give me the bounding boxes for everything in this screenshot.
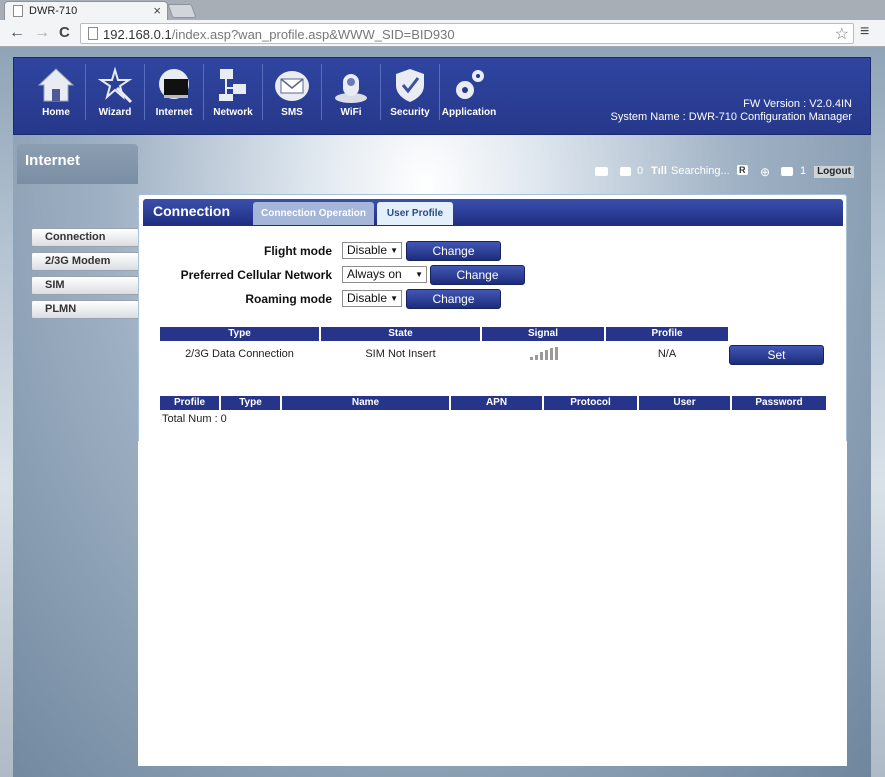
browser-tab-strip: DWR-710 × [0,0,885,20]
wifi-router-icon [335,74,367,103]
roaming-mode-select[interactable]: Disable ▼ [342,290,402,307]
dropdown-arrow-icon: ▼ [415,270,423,279]
profile-col-name: Name [282,396,449,410]
network-computers-icon [219,69,246,101]
tab-close-icon[interactable]: × [153,3,161,18]
globe-icon: ⊕ [760,165,771,179]
reload-icon[interactable]: C [59,24,70,41]
status-col-state: State [321,327,480,341]
forward-icon[interactable]: → [34,24,50,42]
profile-col-password: Password [732,396,826,410]
wizard-wand-icon [97,66,133,104]
profile-col-apn: APN [451,396,542,410]
system-name: System Name : DWR-710 Configuration Mana… [610,111,852,123]
profile-col-profile: Profile [160,396,219,410]
flight-mode-select[interactable]: Disable ▼ [342,242,402,259]
sim-icon [595,165,608,177]
set-button[interactable]: Set [729,345,824,365]
nav-application[interactable]: Application [437,64,501,124]
network-status-text: Searching... [671,165,730,177]
back-icon[interactable]: ← [9,24,25,42]
address-bar[interactable]: 192.168.0.1/index.asp?wan_profile.asp&WW… [80,23,854,44]
profile-col-protocol: Protocol [544,396,637,410]
connection-type: 2/3G Data Connection [185,348,294,360]
nav-security[interactable]: Security [381,64,439,124]
sms-status-icon [620,165,631,177]
page-icon [88,27,98,40]
firmware-info: FW Version : V2.0.4IN System Name : DWR-… [611,98,852,124]
preferred-network-select[interactable]: Always on ▼ [342,266,427,283]
sidebar-item-connection[interactable]: Connection [31,228,144,247]
top-navigation-bar: Home Wizard Internet Network SMS WiFi Se… [13,57,871,135]
preferred-network-label: Preferred Cellular Network [180,268,332,282]
browser-menu-icon[interactable]: ≡ [860,23,869,41]
nav-network[interactable]: Network [204,64,262,124]
nav-wizard[interactable]: Wizard [86,64,144,124]
preferred-network-change-button[interactable]: Change [430,265,525,285]
url-text[interactable]: 192.168.0.1/index.asp?wan_profile.asp&WW… [103,27,455,42]
profile-col-type: Type [221,396,280,410]
signal-strength-icon: Tıll [651,165,667,177]
connection-profile: N/A [657,348,677,360]
nav-sms[interactable]: SMS [263,64,321,124]
tab-connection-operation[interactable]: Connection Operation [253,202,374,225]
logout-button[interactable]: Logout [814,166,854,178]
connection-header-bar [143,199,843,226]
new-tab-button[interactable] [167,4,197,18]
nav-wifi[interactable]: WiFi [322,64,380,124]
flight-mode-change-button[interactable]: Change [406,241,501,261]
profile-col-user: User [639,396,730,410]
section-title: Internet [25,152,81,169]
tab-title: DWR-710 [29,5,78,17]
nav-home[interactable]: Home [27,64,85,124]
browser-toolbar: ← → C 192.168.0.1/index.asp?wan_profile.… [0,20,885,47]
tab-user-profile[interactable]: User Profile [377,202,453,225]
sidebar-item-modem[interactable]: 2/3G Modem [31,252,144,271]
connection-state: SIM Not Insert [365,348,436,360]
section-tab: Internet [17,144,138,184]
flight-mode-label: Flight mode [264,244,332,258]
sidebar-item-plmn[interactable]: PLMN [31,300,144,319]
page-title: Connection [153,203,230,219]
status-col-profile: Profile [606,327,728,341]
roaming-indicator: R [737,165,748,175]
fw-version: FW Version : V2.0.4IN [743,98,852,110]
total-num: Total Num : 0 [162,413,227,425]
internet-globe-icon [159,69,189,99]
status-col-type: Type [160,327,319,341]
home-icon [37,68,75,102]
page-icon [13,5,23,17]
content-panel-lower [138,441,847,766]
nav-internet[interactable]: Internet [145,64,203,124]
dropdown-arrow-icon: ▼ [390,294,398,303]
wifi-client-count: 1 [800,165,807,177]
status-col-signal: Signal [482,327,604,341]
bookmark-star-icon[interactable]: ☆ [835,24,849,44]
sms-envelope-icon [275,71,309,101]
application-gears-icon [456,70,484,99]
roaming-mode-change-button[interactable]: Change [406,289,501,309]
security-shield-icon [396,69,424,102]
sms-count: 0 [637,165,644,177]
sidebar-item-sim[interactable]: SIM [31,276,144,295]
wifi-clients-icon [781,165,793,177]
roaming-mode-label: Roaming mode [245,292,332,306]
dropdown-arrow-icon: ▼ [390,246,398,255]
browser-tab[interactable]: DWR-710 × [4,1,168,20]
